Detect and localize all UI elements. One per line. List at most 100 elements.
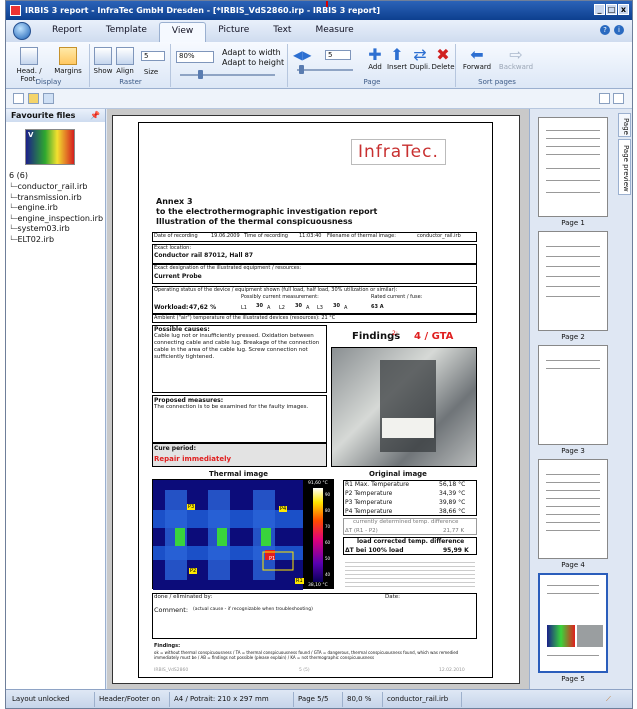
workload-label: Workload: bbox=[154, 304, 189, 311]
forward-label: Forward bbox=[462, 63, 492, 71]
delete-icon: ✖ bbox=[436, 45, 450, 64]
tab-text[interactable]: Text bbox=[261, 22, 303, 42]
right-arrow-icon: ⇨ bbox=[509, 45, 523, 64]
raster-size-spinner[interactable]: 5 bbox=[141, 51, 165, 61]
info-icon[interactable]: i bbox=[614, 25, 624, 35]
operating-label: Operating status of the device / equipme… bbox=[154, 287, 398, 293]
status-page: Page 5/5 bbox=[298, 695, 329, 703]
nav-prev-icon[interactable]: ◀▶ bbox=[293, 48, 311, 62]
tab-report[interactable]: Report bbox=[40, 22, 94, 42]
group-raster: Show Align 5 Size Raster bbox=[91, 44, 171, 87]
thumbnail-label: Page 5 bbox=[561, 675, 585, 683]
scale-tick: 90 bbox=[325, 492, 331, 497]
thermal-image[interactable]: P3 P4 P2 R1 P1 91,60 °C 38,10 °C 90 80 7… bbox=[152, 479, 334, 590]
scale-max: 91,60 °C bbox=[308, 481, 328, 486]
tab-page[interactable]: Page bbox=[618, 113, 631, 137]
delete-page-button[interactable]: ✖ Delete bbox=[431, 45, 455, 72]
margins-label: Margins bbox=[54, 67, 82, 75]
designation-value: Current Probe bbox=[154, 273, 202, 280]
footer-mid: 5 (5) bbox=[299, 668, 310, 673]
app-menu-button[interactable] bbox=[13, 22, 31, 40]
open-folder-icon[interactable] bbox=[28, 93, 39, 104]
tab-page-preview[interactable]: Page preview bbox=[618, 139, 631, 195]
status-paper: A4 / Potrait: 210 x 297 mm bbox=[174, 695, 269, 703]
at100-label: ΔT bei 100% load bbox=[345, 547, 404, 554]
insert-page-button[interactable]: ⬆ Insert bbox=[386, 47, 408, 72]
forward-button[interactable]: ⬅ Forward bbox=[459, 47, 495, 72]
temp-value: 39,89 °C bbox=[439, 499, 466, 506]
marker-p3[interactable]: P3 bbox=[187, 504, 196, 510]
margins-icon bbox=[59, 47, 77, 65]
rated-label: Rated current / fuse: bbox=[371, 294, 423, 300]
resize-grip-icon[interactable]: ⟋ bbox=[606, 695, 611, 704]
dupli-label: Dupli. bbox=[409, 63, 431, 71]
raster-show-button[interactable]: Show bbox=[93, 47, 113, 75]
thumbnail-page-5[interactable]: Page 5 bbox=[538, 573, 608, 685]
maximize-button[interactable]: □ bbox=[606, 4, 617, 15]
zoom-slider[interactable] bbox=[180, 70, 275, 79]
scale-tick: 80 bbox=[325, 508, 331, 513]
duplicate-page-button[interactable]: ⇄ Dupli. bbox=[409, 47, 431, 72]
cure-label: Cure period: bbox=[154, 445, 196, 452]
tab-picture[interactable]: Picture bbox=[206, 22, 261, 42]
file-item[interactable]: transmission.irb bbox=[9, 193, 103, 204]
marker-p2[interactable]: P2 bbox=[189, 568, 198, 574]
footer-left: IRBIS_VdS2860 bbox=[154, 668, 189, 673]
file-item[interactable]: conductor_rail.irb bbox=[9, 182, 103, 193]
file-item[interactable]: engine.irb bbox=[9, 203, 103, 214]
margins-button[interactable]: Margins bbox=[50, 47, 86, 75]
page-slider-thumb[interactable] bbox=[299, 65, 304, 74]
add-page-button[interactable]: ✚ Add bbox=[365, 45, 385, 72]
fit-height-button[interactable]: Adapt to height bbox=[222, 58, 284, 67]
plus-icon: ✚ bbox=[368, 45, 382, 64]
favourite-thumbnail[interactable]: V bbox=[25, 129, 75, 165]
marker-p1[interactable]: P1 bbox=[269, 556, 275, 562]
backward-button[interactable]: ⇨ Backward bbox=[497, 45, 535, 72]
zoom-input[interactable]: 80% bbox=[176, 51, 214, 63]
pin-icon[interactable]: 📌 bbox=[90, 109, 100, 122]
file-list: conductor_rail.irb transmission.irb engi… bbox=[9, 182, 103, 246]
thumbnail-image bbox=[538, 231, 608, 331]
thumbnail-image bbox=[538, 459, 608, 559]
thumbnail-page-1[interactable]: Page 1 bbox=[538, 117, 608, 229]
document-page-frame: InfraTec. Annex 3 to the electrothermogr… bbox=[112, 115, 520, 684]
company-logo: InfraTec. bbox=[351, 139, 446, 165]
thumbnail-page-2[interactable]: Page 2 bbox=[538, 231, 608, 343]
thumbnail-label: Page 2 bbox=[561, 333, 585, 341]
original-photo[interactable] bbox=[331, 347, 477, 467]
group-display: Head. / Foot. Margins Display bbox=[8, 44, 90, 87]
close-button[interactable]: x bbox=[618, 4, 629, 15]
thumbnail-page-4[interactable]: Page 4 bbox=[538, 459, 608, 571]
file-label: Filename of thermal image: bbox=[327, 233, 396, 239]
page-spinner[interactable]: 5 bbox=[325, 50, 351, 60]
temp-label: P2 Temperature bbox=[345, 490, 393, 497]
save-icon[interactable] bbox=[43, 93, 54, 104]
show-label: Show bbox=[93, 67, 113, 75]
ribbon: Head. / Foot. Margins Display Show Align… bbox=[6, 42, 632, 89]
findings-superscript: 2: bbox=[392, 330, 398, 337]
scale-tick: 50 bbox=[325, 556, 331, 561]
tab-template[interactable]: Template bbox=[94, 22, 159, 42]
marker-r1[interactable]: R1 bbox=[295, 578, 304, 584]
zoom-slider-thumb[interactable] bbox=[198, 70, 203, 79]
pin-icon[interactable] bbox=[599, 93, 610, 104]
marker-p4[interactable]: P4 bbox=[279, 506, 288, 512]
page-slider[interactable] bbox=[297, 65, 353, 74]
file-item[interactable]: engine_inspection.irb bbox=[9, 214, 103, 225]
file-item[interactable]: system03.irb bbox=[9, 224, 103, 235]
group-label: Raster bbox=[119, 78, 142, 86]
fit-width-button[interactable]: Adapt to width bbox=[222, 48, 281, 57]
close-pane-icon[interactable] bbox=[613, 93, 624, 104]
tab-measure[interactable]: Measure bbox=[303, 22, 365, 42]
thumbnail-page-3[interactable]: Page 3 bbox=[538, 345, 608, 457]
minimize-button[interactable]: _ bbox=[594, 4, 605, 15]
file-item[interactable]: ELT02.irb bbox=[9, 235, 103, 246]
new-file-icon[interactable] bbox=[13, 93, 24, 104]
delta-label: ΔT (R1 - P2) bbox=[345, 528, 378, 534]
help-icon[interactable]: ? bbox=[600, 25, 610, 35]
raster-align-button[interactable]: Align bbox=[115, 47, 135, 75]
tab-view[interactable]: View bbox=[158, 22, 207, 42]
current-diff-label: currently determined temp. difference bbox=[353, 519, 459, 525]
delete-label: Delete bbox=[431, 63, 455, 71]
status-zoom: 80,0 % bbox=[347, 695, 372, 703]
